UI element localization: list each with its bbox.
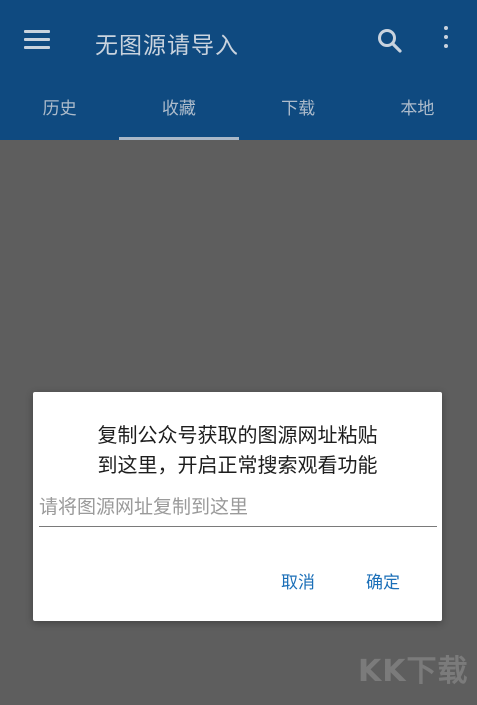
- more-vert-icon[interactable]: [436, 26, 456, 56]
- confirm-button[interactable]: 确定: [366, 568, 400, 593]
- tab-local[interactable]: 本地: [358, 84, 477, 140]
- app-title: 无图源请导入: [95, 33, 239, 59]
- cancel-button[interactable]: 取消: [281, 568, 315, 593]
- dialog-message-line: 到这里，开启正常搜索观看功能: [97, 453, 378, 477]
- tab-label: 收藏: [161, 99, 196, 119]
- search-icon[interactable]: [377, 28, 403, 54]
- tab-label: 下载: [281, 99, 316, 119]
- dialog-message: 复制公众号获取的图源网址粘贴 到这里，开启正常搜索观看功能: [33, 420, 442, 480]
- tab-bar: 历史 收藏 下载 本地: [0, 84, 477, 140]
- tab-favorites[interactable]: 收藏: [119, 84, 239, 140]
- toolbar: 无图源请导入: [0, 0, 477, 84]
- tab-downloads[interactable]: 下载: [239, 84, 358, 140]
- tab-label: 历史: [42, 99, 77, 119]
- hamburger-menu-icon[interactable]: [24, 30, 50, 50]
- source-url-input[interactable]: [39, 492, 437, 527]
- app-bar: 无图源请导入 历史 收藏 下载 本地: [0, 0, 477, 140]
- tab-label: 本地: [400, 99, 435, 119]
- import-source-dialog: 复制公众号获取的图源网址粘贴 到这里，开启正常搜索观看功能 取消 确定: [33, 392, 442, 621]
- tab-active-indicator: [119, 137, 239, 140]
- dialog-message-line: 复制公众号获取的图源网址粘贴: [97, 423, 378, 447]
- watermark-logo: KK下载: [358, 654, 469, 689]
- tab-history[interactable]: 历史: [0, 84, 119, 140]
